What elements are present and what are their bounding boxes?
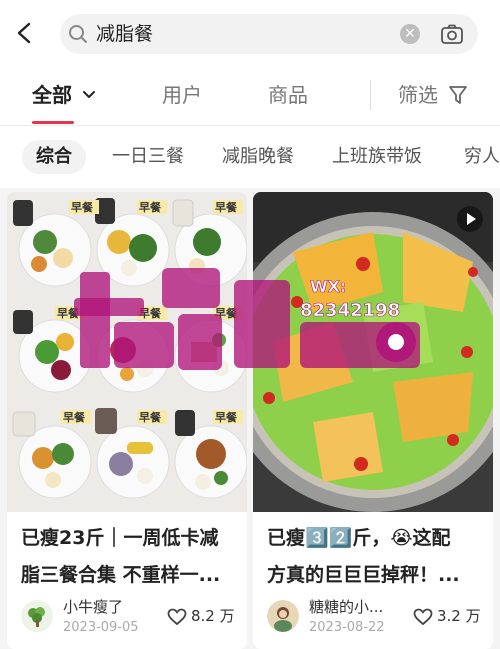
post-card[interactable]: 已瘦3️⃣2️⃣斤，😭这配 方真的巨巨巨掉秤！... 糖糖的小... 2023-…	[253, 192, 493, 649]
post-date: 2023-09-05	[63, 620, 139, 635]
search-query[interactable]: 减脂餐	[96, 22, 153, 46]
svg-text:早餐: 早餐	[57, 306, 80, 320]
svg-text:早餐: 早餐	[139, 200, 162, 214]
post-title[interactable]: 已瘦23斤｜一周低卡减 脂三餐合集 不重样一...	[21, 520, 241, 594]
svg-text:早餐: 早餐	[215, 410, 238, 424]
author-name[interactable]: 糖糖的小...	[309, 597, 383, 617]
search-bar[interactable]: 减脂餐 ✕	[60, 14, 478, 54]
post-photo[interactable]: 早餐 早餐 早餐 早餐 早餐 早餐 早餐 早餐 早餐	[7, 192, 247, 512]
like-count: 3.2 万	[437, 607, 481, 625]
avatar[interactable]	[267, 600, 299, 632]
meal-row-2	[13, 310, 247, 393]
post-title[interactable]: 已瘦3️⃣2️⃣斤，😭这配 方真的巨巨巨掉秤！...	[267, 520, 487, 594]
svg-text:早餐: 早餐	[215, 200, 238, 214]
heart-icon[interactable]	[167, 608, 187, 626]
video-indicator-icon	[457, 206, 483, 232]
like-count: 8.2 万	[191, 607, 235, 625]
clear-icon[interactable]: ✕	[400, 24, 420, 44]
author-name[interactable]: 小牛瘦了	[63, 597, 123, 617]
topic-chips: 综合 一日三餐 减脂晚餐 上班族带饭 穷人	[0, 126, 500, 188]
chip-fat-loss-dinner[interactable]: 减脂晚餐	[208, 140, 308, 174]
avatar[interactable]	[21, 600, 53, 632]
svg-text:早餐: 早餐	[139, 410, 162, 424]
search-tabs: 全部 用户 商品 筛选	[0, 66, 500, 126]
tab-filter[interactable]: 筛选	[398, 82, 438, 108]
top-bar: 减脂餐 ✕	[0, 0, 500, 66]
svg-text:早餐: 早餐	[139, 306, 162, 320]
tab-products[interactable]: 商品	[268, 82, 308, 108]
active-tab-indicator	[32, 121, 74, 124]
chip-three-meals[interactable]: 一日三餐	[98, 140, 198, 174]
photo-tag-text: 早餐	[71, 200, 94, 214]
chip-office-lunch[interactable]: 上班族带饭	[318, 140, 436, 174]
tab-users[interactable]: 用户	[162, 82, 202, 108]
heart-icon[interactable]	[413, 608, 433, 626]
chevron-down-icon[interactable]	[82, 88, 96, 102]
search-icon	[69, 25, 87, 43]
chip-comprehensive[interactable]: 综合	[22, 140, 86, 174]
tab-divider	[370, 80, 371, 110]
post-photo[interactable]	[253, 192, 493, 512]
filter-icon[interactable]	[448, 84, 468, 106]
camera-icon[interactable]	[440, 22, 464, 46]
post-date: 2023-08-22	[309, 620, 385, 635]
svg-text:早餐: 早餐	[215, 306, 238, 320]
chip-budget[interactable]: 穷人	[450, 140, 500, 174]
svg-text:早餐: 早餐	[63, 410, 86, 424]
tab-all[interactable]: 全部	[32, 82, 72, 108]
back-arrow-icon[interactable]	[14, 22, 36, 44]
post-card[interactable]: 早餐 早餐 早餐 早餐 早餐 早餐 早餐 早餐 早餐 已瘦23斤｜一周低卡减 脂…	[7, 192, 247, 649]
